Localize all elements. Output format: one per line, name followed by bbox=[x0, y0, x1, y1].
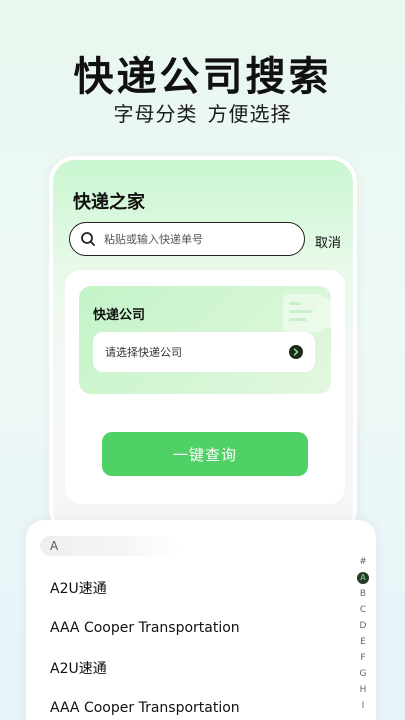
company-select[interactable]: 请选择快递公司 bbox=[93, 332, 315, 372]
list-item[interactable]: AAA Cooper Transportation bbox=[50, 608, 240, 648]
chevron-right-icon bbox=[289, 345, 303, 359]
list-item[interactable]: AAA Cooper Transportation bbox=[50, 688, 240, 720]
index-letter[interactable]: # bbox=[359, 554, 367, 570]
search-icon bbox=[81, 232, 95, 246]
index-letter[interactable]: F bbox=[360, 650, 365, 666]
index-letter-active[interactable]: A bbox=[357, 572, 369, 584]
app-screen: 快递之家 取消 快递公司 请选择快递公司 bbox=[53, 160, 353, 532]
promo-subline: 字母分类 方便选择 bbox=[0, 98, 405, 127]
list-item[interactable]: A2U速通 bbox=[50, 568, 240, 608]
promo-sub-left: 字母分类 bbox=[113, 102, 198, 126]
company-card: 快递公司 请选择快递公司 bbox=[79, 286, 331, 394]
index-letter[interactable]: H bbox=[360, 682, 367, 698]
index-letter[interactable]: B bbox=[360, 586, 366, 602]
cancel-button[interactable]: 取消 bbox=[315, 232, 341, 251]
section-header: A bbox=[40, 536, 180, 556]
promo-headline: 快递公司搜索 bbox=[73, 54, 332, 100]
query-panel: 快递公司 请选择快递公司 一键查询 bbox=[65, 270, 345, 504]
index-letter[interactable]: C bbox=[360, 602, 366, 618]
company-select-placeholder: 请选择快递公司 bbox=[105, 346, 182, 359]
tracking-number-input[interactable] bbox=[104, 232, 294, 246]
index-letter[interactable]: I bbox=[362, 698, 365, 714]
company-list-sheet: A A2U速通 AAA Cooper Transportation A2U速通 … bbox=[26, 520, 376, 720]
query-button[interactable]: 一键查询 bbox=[102, 432, 308, 476]
alphabet-index-bar[interactable]: # A B C D E F G H I bbox=[356, 554, 370, 714]
phone-mockup: 快递之家 取消 快递公司 请选择快递公司 bbox=[49, 156, 357, 536]
document-decoration-icon bbox=[283, 294, 331, 332]
promo-sub-right: 方便选择 bbox=[207, 102, 292, 126]
index-letter[interactable]: D bbox=[360, 618, 367, 634]
index-letter[interactable]: E bbox=[360, 634, 366, 650]
tracking-search-box[interactable] bbox=[69, 222, 305, 256]
company-label: 快递公司 bbox=[93, 308, 146, 323]
company-list: A2U速通 AAA Cooper Transportation A2U速通 AA… bbox=[50, 568, 240, 720]
app-title: 快递之家 bbox=[73, 192, 145, 213]
list-item[interactable]: A2U速通 bbox=[50, 648, 240, 688]
index-letter[interactable]: G bbox=[360, 666, 367, 682]
